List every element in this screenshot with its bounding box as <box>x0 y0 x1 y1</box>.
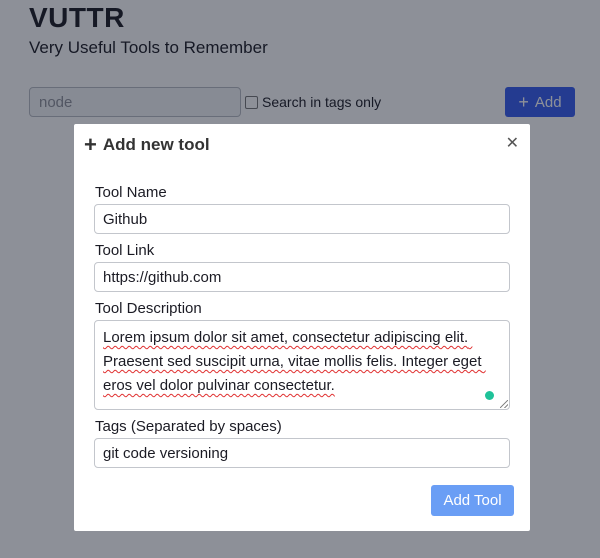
modal-header: + Add new tool <box>84 134 210 156</box>
plus-icon: + <box>84 132 97 157</box>
add-tool-submit-button[interactable]: Add Tool <box>431 485 514 516</box>
tags-label: Tags (Separated by spaces) <box>95 418 282 435</box>
add-tool-modal: + Add new tool ✕ Tool Name Tool Link Too… <box>74 124 530 531</box>
tool-link-label: Tool Link <box>95 242 155 259</box>
tool-description-label: Tool Description <box>95 300 202 317</box>
tool-description-textarea[interactable]: Lorem ipsum dolor sit amet, consectetur … <box>94 320 510 410</box>
close-icon[interactable]: ✕ <box>506 136 519 152</box>
resize-handle-icon[interactable] <box>500 400 508 408</box>
grammar-checker-icon[interactable] <box>485 391 494 400</box>
tool-name-label: Tool Name <box>95 184 167 201</box>
tags-input[interactable] <box>94 438 510 468</box>
modal-title: Add new tool <box>102 135 210 154</box>
tool-name-input[interactable] <box>94 204 510 234</box>
tool-link-input[interactable] <box>94 262 510 292</box>
